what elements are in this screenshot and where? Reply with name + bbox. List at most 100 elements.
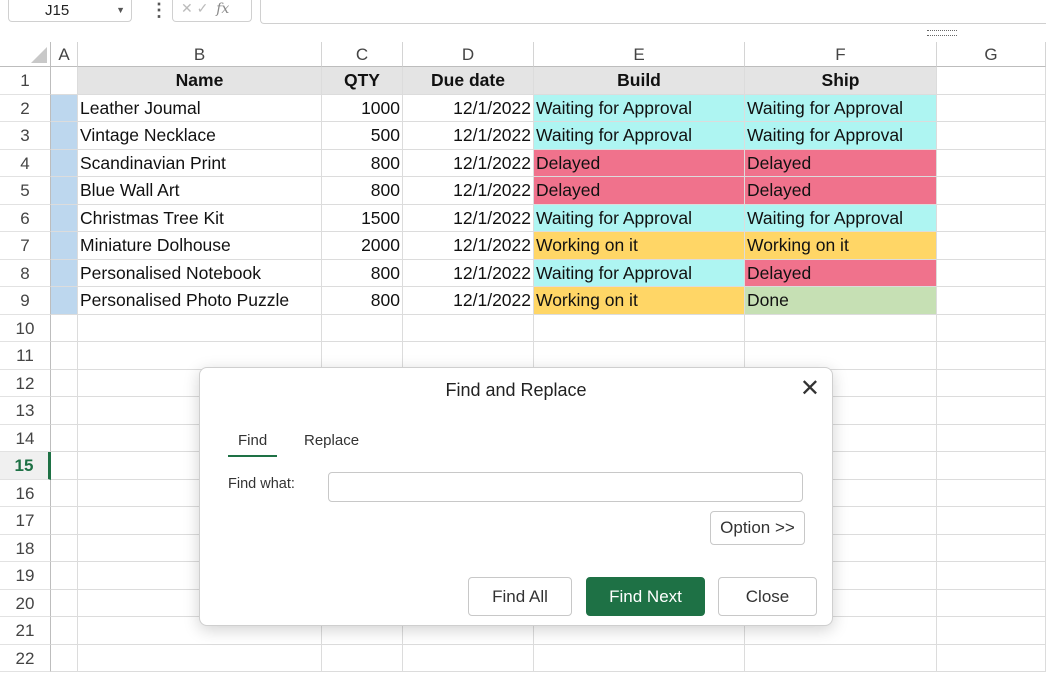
grid-cell[interactable] <box>937 644 1046 672</box>
row-marker[interactable] <box>51 122 78 150</box>
row-marker[interactable] <box>51 204 78 232</box>
grid-cell[interactable] <box>322 644 403 672</box>
column-header-b[interactable]: B <box>78 42 322 67</box>
row-header-21[interactable]: 21 <box>0 617 51 645</box>
row-header-6[interactable]: 6 <box>0 204 51 232</box>
ship-status-cell[interactable]: Waiting for Approval <box>745 94 937 122</box>
grid-cell[interactable] <box>51 67 78 95</box>
name-cell[interactable]: Blue Wall Art <box>78 177 322 205</box>
grid-cell[interactable] <box>51 369 78 397</box>
row-header-5[interactable]: 5 <box>0 177 51 205</box>
name-cell[interactable]: Miniature Dolhouse <box>78 232 322 260</box>
tab-replace[interactable]: Replace <box>304 432 359 449</box>
select-all-corner[interactable] <box>0 42 51 67</box>
row-header-15[interactable]: 15 <box>0 452 51 480</box>
grid-cell[interactable] <box>51 342 78 370</box>
row-header-11[interactable]: 11 <box>0 342 51 370</box>
row-header-1[interactable]: 1 <box>0 67 51 95</box>
table-header-cell[interactable]: Due date <box>403 67 534 95</box>
row-header-22[interactable]: 22 <box>0 644 51 672</box>
grid-cell[interactable] <box>322 314 403 342</box>
grid-cell[interactable] <box>937 397 1046 425</box>
row-marker[interactable] <box>51 177 78 205</box>
cancel-icon[interactable]: ✕ <box>181 0 193 16</box>
due-date-cell[interactable]: 12/1/2022 <box>403 259 534 287</box>
ship-status-cell[interactable]: Waiting for Approval <box>745 204 937 232</box>
grid-cell[interactable] <box>78 342 322 370</box>
row-header-16[interactable]: 16 <box>0 479 51 507</box>
grid-cell[interactable] <box>937 534 1046 562</box>
grid-cell[interactable] <box>51 452 78 480</box>
build-status-cell[interactable]: Waiting for Approval <box>534 259 745 287</box>
grid-cell[interactable] <box>534 644 745 672</box>
column-header-a[interactable]: A <box>51 42 78 67</box>
grid-cell[interactable] <box>745 644 937 672</box>
row-marker[interactable] <box>51 287 78 315</box>
name-box-dropdown-icon[interactable]: ▼ <box>116 5 125 15</box>
table-header-cell[interactable]: QTY <box>322 67 403 95</box>
grid-cell[interactable] <box>534 342 745 370</box>
column-header-d[interactable]: D <box>403 42 534 67</box>
row-header-4[interactable]: 4 <box>0 149 51 177</box>
qty-cell[interactable]: 1500 <box>322 204 403 232</box>
row-header-14[interactable]: 14 <box>0 424 51 452</box>
qty-cell[interactable]: 800 <box>322 287 403 315</box>
ship-status-cell[interactable]: Waiting for Approval <box>745 122 937 150</box>
ship-status-cell[interactable]: Delayed <box>745 177 937 205</box>
enter-icon[interactable]: ✓ <box>197 0 209 16</box>
more-options-icon[interactable]: ⋮ <box>150 1 168 19</box>
grid-cell[interactable] <box>937 562 1046 590</box>
row-header-10[interactable]: 10 <box>0 314 51 342</box>
row-header-9[interactable]: 9 <box>0 287 51 315</box>
ship-status-cell[interactable]: Done <box>745 287 937 315</box>
row-header-17[interactable]: 17 <box>0 507 51 535</box>
column-header-f[interactable]: F <box>745 42 937 67</box>
build-status-cell[interactable]: Working on it <box>534 287 745 315</box>
ship-status-cell[interactable]: Delayed <box>745 259 937 287</box>
grid-cell[interactable] <box>51 562 78 590</box>
build-status-cell[interactable]: Working on it <box>534 232 745 260</box>
column-header-e[interactable]: E <box>534 42 745 67</box>
row-header-13[interactable]: 13 <box>0 397 51 425</box>
name-cell[interactable]: Christmas Tree Kit <box>78 204 322 232</box>
row-header-18[interactable]: 18 <box>0 534 51 562</box>
grid-cell[interactable] <box>745 342 937 370</box>
grid-cell[interactable] <box>937 314 1046 342</box>
table-header-cell[interactable]: Ship <box>745 67 937 95</box>
grid-cell[interactable] <box>745 314 937 342</box>
due-date-cell[interactable]: 12/1/2022 <box>403 94 534 122</box>
build-status-cell[interactable]: Waiting for Approval <box>534 122 745 150</box>
qty-cell[interactable]: 500 <box>322 122 403 150</box>
grid-cell[interactable] <box>322 342 403 370</box>
name-cell[interactable]: Leather Joumal <box>78 94 322 122</box>
name-box[interactable]: J15 ▼ <box>8 0 132 22</box>
due-date-cell[interactable]: 12/1/2022 <box>403 232 534 260</box>
grid-cell[interactable] <box>403 314 534 342</box>
insert-function-icon[interactable]: fx <box>216 1 229 17</box>
qty-cell[interactable]: 1000 <box>322 94 403 122</box>
tab-find[interactable]: Find <box>228 432 278 457</box>
grid-cell[interactable] <box>51 397 78 425</box>
row-header-12[interactable]: 12 <box>0 369 51 397</box>
grid-cell[interactable] <box>534 314 745 342</box>
table-header-cell[interactable]: Build <box>534 67 745 95</box>
row-header-2[interactable]: 2 <box>0 94 51 122</box>
name-cell[interactable]: Scandinavian Print <box>78 149 322 177</box>
grid-cell[interactable] <box>937 287 1046 315</box>
grid-cell[interactable] <box>937 94 1046 122</box>
grid-cell[interactable] <box>403 342 534 370</box>
grid-cell[interactable] <box>51 507 78 535</box>
grid-cell[interactable] <box>51 424 78 452</box>
table-header-cell[interactable]: Name <box>78 67 322 95</box>
option-button[interactable]: Option >> <box>710 511 805 545</box>
build-status-cell[interactable]: Waiting for Approval <box>534 94 745 122</box>
grid-cell[interactable] <box>937 369 1046 397</box>
grid-cell[interactable] <box>937 589 1046 617</box>
row-marker[interactable] <box>51 94 78 122</box>
build-status-cell[interactable]: Delayed <box>534 177 745 205</box>
row-marker[interactable] <box>51 149 78 177</box>
grid-cell[interactable] <box>937 232 1046 260</box>
grid-cell[interactable] <box>937 259 1046 287</box>
grid-cell[interactable] <box>78 644 322 672</box>
grid-cell[interactable] <box>51 479 78 507</box>
